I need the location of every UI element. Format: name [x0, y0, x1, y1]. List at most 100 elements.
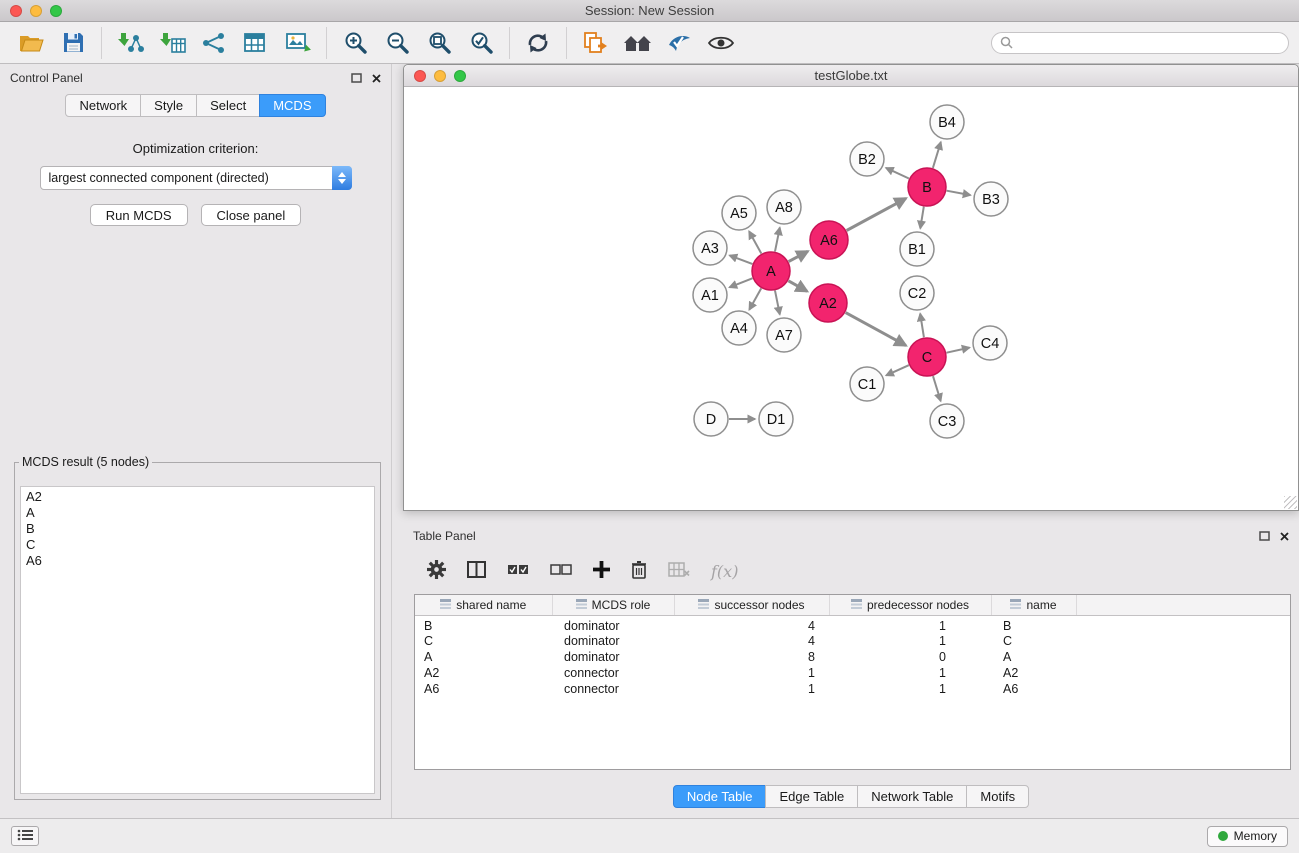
- mcds-result-list[interactable]: A2ABCA6: [20, 486, 375, 794]
- run-mcds-button[interactable]: Run MCDS: [90, 204, 188, 226]
- tab-style[interactable]: Style: [140, 94, 197, 117]
- network-graph-svg[interactable]: AA6A2BCA5A8A3A1A4A7B2B4B3B1C2C4C1C3DD1: [404, 87, 1298, 510]
- table-cell[interactable]: connector: [552, 681, 674, 697]
- close-panel-icon[interactable]: [372, 74, 381, 83]
- refresh-button[interactable]: [517, 25, 559, 61]
- table-cell[interactable]: C: [415, 633, 552, 649]
- mcds-result-item[interactable]: A: [26, 505, 369, 521]
- column-header-shared-name[interactable]: shared name: [415, 595, 552, 615]
- network-node-D[interactable]: D: [694, 402, 728, 436]
- close-panel-icon[interactable]: [1280, 532, 1289, 541]
- table-cell[interactable]: 1: [829, 681, 991, 697]
- network-node-B3[interactable]: B3: [974, 182, 1008, 216]
- network-edge-A-A4[interactable]: [749, 288, 761, 309]
- add-row-button[interactable]: [593, 561, 610, 581]
- table-settings-button[interactable]: [427, 560, 446, 582]
- home-button[interactable]: [616, 25, 658, 61]
- network-edge-C-C4[interactable]: [947, 348, 970, 353]
- tab-node-table[interactable]: Node Table: [673, 785, 767, 808]
- zoom-out-button[interactable]: [376, 25, 418, 61]
- table-cell[interactable]: C: [991, 633, 1076, 649]
- network-node-A5[interactable]: A5: [722, 196, 756, 230]
- network-edge-A-A1[interactable]: [730, 278, 753, 287]
- network-node-B[interactable]: B: [908, 168, 946, 206]
- table-cell[interactable]: dominator: [552, 615, 674, 633]
- export-image-button[interactable]: [277, 25, 319, 61]
- table-row[interactable]: Cdominator41C: [415, 633, 1290, 649]
- tab-network[interactable]: Network: [65, 94, 141, 117]
- table-cell[interactable]: 1: [829, 615, 991, 633]
- table-cell[interactable]: B: [991, 615, 1076, 633]
- table-cell[interactable]: 1: [829, 633, 991, 649]
- table-cell[interactable]: A2: [991, 665, 1076, 681]
- network-edge-A-A5[interactable]: [749, 231, 761, 253]
- table-row[interactable]: Bdominator41B: [415, 615, 1290, 633]
- network-node-A2[interactable]: A2: [809, 284, 847, 322]
- column-header-name[interactable]: name: [991, 595, 1076, 615]
- import-table-from-file-button[interactable]: [151, 25, 193, 61]
- network-window-titlebar[interactable]: testGlobe.txt: [404, 65, 1298, 87]
- delete-row-button[interactable]: [631, 560, 647, 582]
- table-cell[interactable]: 8: [674, 649, 829, 665]
- table-cell[interactable]: A6: [415, 681, 552, 697]
- close-window-button[interactable]: [10, 5, 22, 17]
- float-panel-icon[interactable]: [1259, 531, 1270, 541]
- task-history-button[interactable]: [11, 826, 39, 846]
- document-tools-button[interactable]: [574, 25, 616, 61]
- network-node-C1[interactable]: C1: [850, 367, 884, 401]
- network-edge-A-A2[interactable]: [788, 281, 807, 292]
- network-node-B2[interactable]: B2: [850, 142, 884, 176]
- network-node-C2[interactable]: C2: [900, 276, 934, 310]
- table-cell[interactable]: 0: [829, 649, 991, 665]
- tab-motifs[interactable]: Motifs: [966, 785, 1029, 808]
- show-columns-button[interactable]: [467, 561, 486, 581]
- network-edge-C-C1[interactable]: [886, 365, 909, 375]
- tab-select[interactable]: Select: [196, 94, 260, 117]
- network-node-D1[interactable]: D1: [759, 402, 793, 436]
- column-header-predecessor-nodes[interactable]: predecessor nodes: [829, 595, 991, 615]
- criterion-dropdown[interactable]: largest connected component (directed): [40, 166, 352, 190]
- mcds-result-item[interactable]: B: [26, 521, 369, 537]
- network-node-B1[interactable]: B1: [900, 232, 934, 266]
- table-cell[interactable]: dominator: [552, 633, 674, 649]
- select-all-button[interactable]: [507, 564, 529, 579]
- table-cell[interactable]: dominator: [552, 649, 674, 665]
- tab-edge-table[interactable]: Edge Table: [765, 785, 858, 808]
- network-edge-A-A3[interactable]: [730, 255, 753, 264]
- table-cell[interactable]: A2: [415, 665, 552, 681]
- save-session-button[interactable]: [52, 25, 94, 61]
- minimize-network-window-button[interactable]: [434, 70, 446, 82]
- mcds-result-item[interactable]: C: [26, 537, 369, 553]
- table-cell[interactable]: A: [415, 649, 552, 665]
- zoom-selected-button[interactable]: [460, 25, 502, 61]
- table-cell[interactable]: A6: [991, 681, 1076, 697]
- table-row[interactable]: Adominator80A: [415, 649, 1290, 665]
- network-node-A[interactable]: A: [752, 252, 790, 290]
- annotation-check-button[interactable]: [658, 25, 700, 61]
- minimize-window-button[interactable]: [30, 5, 42, 17]
- network-node-A1[interactable]: A1: [693, 278, 727, 312]
- tab-network-table[interactable]: Network Table: [857, 785, 967, 808]
- table-row[interactable]: A6connector11A6: [415, 681, 1290, 697]
- table-cell[interactable]: 1: [829, 665, 991, 681]
- table-cell[interactable]: 1: [674, 665, 829, 681]
- network-edge-A-A8[interactable]: [775, 228, 780, 252]
- network-node-C[interactable]: C: [908, 338, 946, 376]
- new-table-button[interactable]: [235, 25, 277, 61]
- table-cell[interactable]: 4: [674, 633, 829, 649]
- network-node-A4[interactable]: A4: [722, 311, 756, 345]
- close-panel-button[interactable]: Close panel: [201, 204, 302, 226]
- deselect-all-button[interactable]: [550, 564, 572, 579]
- table-cell[interactable]: connector: [552, 665, 674, 681]
- network-edge-B-B2[interactable]: [886, 168, 909, 179]
- column-header-successor-nodes[interactable]: successor nodes: [674, 595, 829, 615]
- table-cell[interactable]: 4: [674, 615, 829, 633]
- network-node-A8[interactable]: A8: [767, 190, 801, 224]
- function-builder-button[interactable]: f(x): [711, 562, 738, 581]
- network-edge-B-B4[interactable]: [933, 142, 941, 168]
- network-node-A7[interactable]: A7: [767, 318, 801, 352]
- window-resize-handle[interactable]: [1284, 496, 1297, 509]
- memory-button[interactable]: Memory: [1207, 826, 1288, 847]
- table-cell[interactable]: 1: [674, 681, 829, 697]
- column-header-mcds-role[interactable]: MCDS role: [552, 595, 674, 615]
